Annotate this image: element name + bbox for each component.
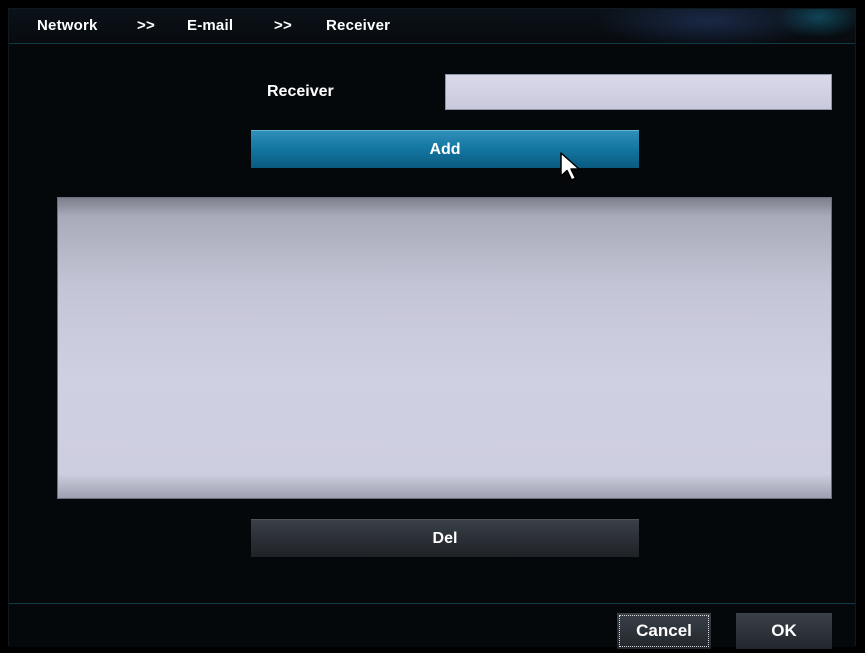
receiver-label: Receiver: [267, 83, 334, 100]
breadcrumb-separator: >>: [274, 17, 292, 34]
breadcrumb-separator: >>: [137, 17, 155, 34]
delete-button[interactable]: Del: [251, 519, 639, 557]
breadcrumb-email: E-mail: [187, 17, 234, 34]
mouse-pointer-icon: [560, 152, 580, 181]
ok-button[interactable]: OK: [736, 613, 832, 649]
cancel-button[interactable]: Cancel: [617, 613, 711, 649]
receiver-list[interactable]: [57, 197, 832, 499]
dialog-footer: Cancel OK: [9, 603, 855, 649]
screen: Network >> E-mail >> Receiver Receiver A…: [0, 0, 865, 653]
receiver-input[interactable]: [445, 74, 832, 110]
receiver-settings-panel: Network >> E-mail >> Receiver Receiver A…: [8, 8, 856, 649]
breadcrumb: Network >> E-mail >> Receiver: [9, 9, 855, 44]
breadcrumb-receiver: Receiver: [326, 17, 391, 34]
breadcrumb-network: Network: [37, 17, 98, 34]
